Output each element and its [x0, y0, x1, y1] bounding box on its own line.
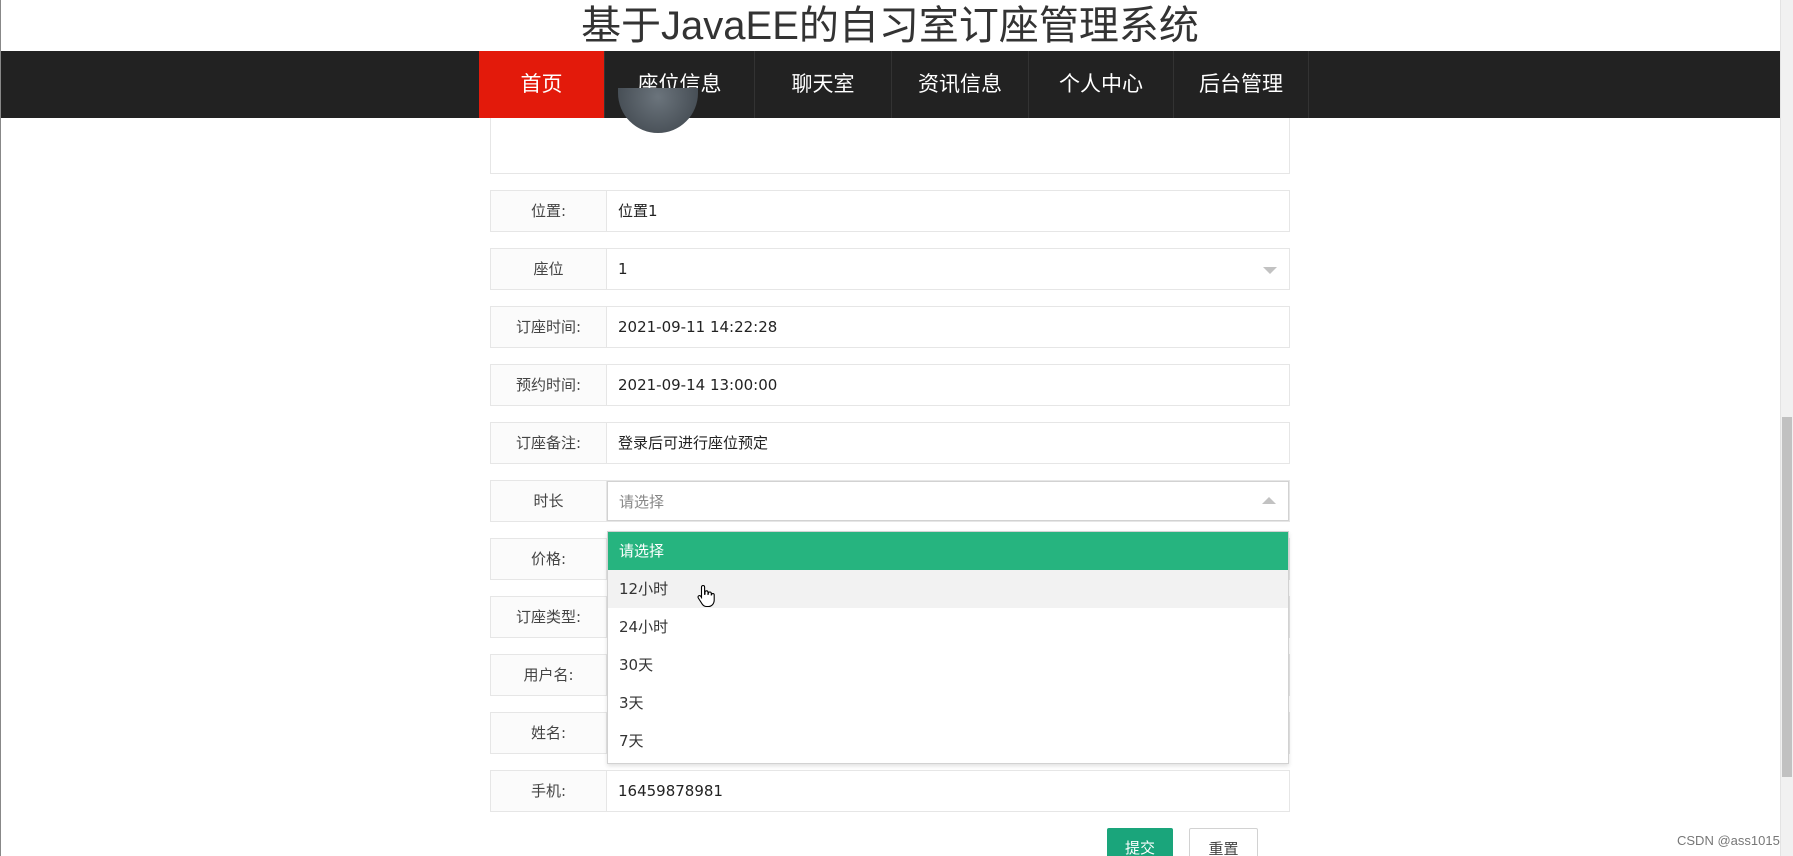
location-label: 位置:	[491, 191, 607, 231]
location-input[interactable]: 位置1	[607, 191, 1289, 231]
hand-cursor-icon	[697, 584, 715, 608]
order-time-row: 订座时间: 2021-09-11 14:22:28	[490, 306, 1290, 348]
phone-input[interactable]: 16459878981	[607, 771, 1289, 811]
location-row: 位置: 位置1	[490, 190, 1290, 232]
note-row: 订座备注: 登录后可进行座位预定	[490, 422, 1290, 464]
order-time-input[interactable]: 2021-09-11 14:22:28	[607, 307, 1289, 347]
note-input[interactable]: 登录后可进行座位预定	[607, 423, 1289, 463]
nav-item-admin[interactable]: 后台管理	[1174, 51, 1309, 118]
submit-button[interactable]: 提交	[1107, 828, 1173, 856]
nav-item-home[interactable]: 首页	[479, 51, 605, 118]
nav-item-chatroom[interactable]: 聊天室	[755, 51, 892, 118]
chevron-up-icon	[1262, 497, 1276, 504]
duration-select[interactable]: 请选择	[607, 481, 1289, 521]
duration-row: 时长 请选择	[490, 480, 1290, 522]
seat-label: 座位	[491, 249, 607, 289]
reserve-time-label: 预约时间:	[491, 365, 607, 405]
phone-label: 手机:	[491, 771, 607, 811]
reserve-time-input[interactable]: 2021-09-14 13:00:00	[607, 365, 1289, 405]
username-label: 用户名:	[491, 655, 607, 695]
seat-select-value: 1	[618, 260, 628, 278]
chevron-down-icon	[1263, 267, 1277, 274]
order-time-label: 订座时间:	[491, 307, 607, 347]
duration-dropdown: 请选择 12小时 24小时 30天 3天 7天	[607, 531, 1289, 764]
duration-option[interactable]: 请选择	[608, 532, 1288, 570]
top-nav-bar: 首页 座位信息 聊天室 资讯信息 个人中心 后台管理	[0, 51, 1780, 118]
nav-item-news[interactable]: 资讯信息	[892, 51, 1029, 118]
phone-row: 手机: 16459878981	[490, 770, 1290, 812]
order-type-label: 订座类型:	[491, 597, 607, 637]
note-label: 订座备注:	[491, 423, 607, 463]
page-title: 基于JavaEE的自习室订座管理系统	[581, 4, 1199, 48]
reserve-time-row: 预约时间: 2021-09-14 13:00:00	[490, 364, 1290, 406]
duration-option[interactable]: 7天	[608, 722, 1288, 760]
scrollbar-thumb[interactable]	[1782, 417, 1792, 777]
duration-select-placeholder: 请选择	[619, 493, 665, 511]
name-label: 姓名:	[491, 713, 607, 753]
seat-row: 座位 1	[490, 248, 1290, 290]
duration-label: 时长	[491, 481, 607, 521]
image-row	[490, 118, 1290, 174]
price-label: 价格:	[491, 539, 607, 579]
main-nav: 首页 座位信息 聊天室 资讯信息 个人中心 后台管理	[479, 51, 1309, 118]
duration-option[interactable]: 30天	[608, 646, 1288, 684]
seat-select[interactable]: 1	[607, 249, 1289, 289]
duration-option[interactable]: 24小时	[608, 608, 1288, 646]
duration-option[interactable]: 3天	[608, 684, 1288, 722]
nav-item-personal-center[interactable]: 个人中心	[1029, 51, 1174, 118]
reset-button[interactable]: 重置	[1189, 828, 1258, 856]
watermark: CSDN @ass1015	[1677, 833, 1780, 848]
